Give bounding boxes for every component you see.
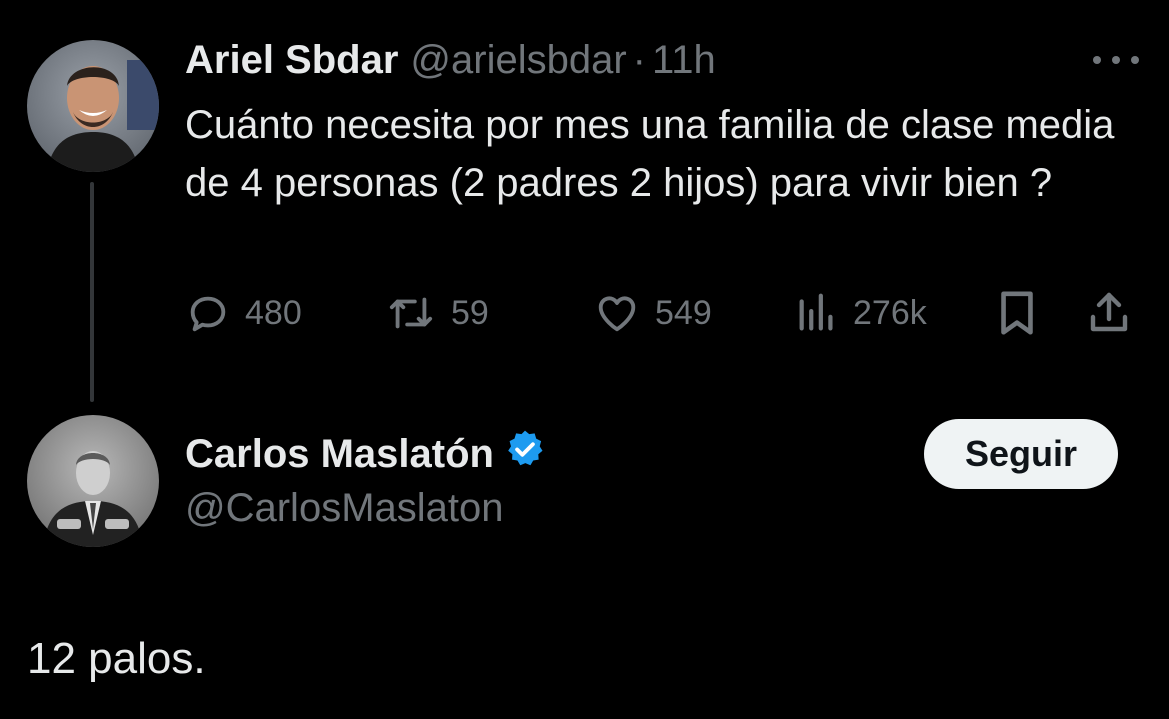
tweet-timestamp[interactable]: 11h	[652, 38, 716, 83]
share-icon	[1090, 292, 1128, 332]
retweet-count: 59	[451, 293, 489, 332]
tweet-header: Ariel Sbdar @arielsbdar · 11h	[185, 38, 716, 86]
reply-count: 480	[245, 293, 302, 332]
heart-icon	[598, 296, 636, 332]
header-separator: ·	[632, 38, 646, 82]
like-button[interactable]: 549	[593, 288, 712, 338]
bookmark-button[interactable]	[995, 288, 1039, 338]
views-chart-icon	[799, 293, 833, 331]
thread-connector-line	[90, 182, 94, 402]
avatar-ariel-sbdar[interactable]	[27, 40, 159, 172]
verified-badge-icon	[504, 428, 546, 480]
retweet-icon	[389, 297, 433, 329]
tweet-actions-bar: 480 59 549 276k	[185, 288, 1140, 338]
avatar-carlos-maslaton[interactable]	[27, 415, 159, 547]
views-button[interactable]: 276k	[795, 288, 927, 338]
tweet-text: Cuánto necesita por mes una familia de c…	[185, 103, 1115, 205]
ellipsis-icon[interactable]	[1093, 46, 1139, 74]
reply-header: Carlos Maslatón	[185, 428, 546, 480]
views-count: 276k	[853, 293, 927, 332]
reply-button[interactable]: 480	[185, 288, 302, 338]
bookmark-icon	[1001, 291, 1033, 335]
author-handle[interactable]: @arielsbdar	[410, 38, 626, 83]
like-count: 549	[655, 293, 712, 332]
share-button[interactable]	[1085, 288, 1133, 338]
reply-text: 12 palos.	[27, 634, 206, 683]
reply-author-handle[interactable]: @CarlosMaslaton	[185, 486, 504, 531]
reply-icon	[190, 296, 226, 332]
author-name[interactable]: Ariel Sbdar	[185, 38, 398, 83]
retweet-button[interactable]: 59	[385, 288, 489, 338]
follow-button[interactable]: Seguir	[924, 419, 1118, 489]
reply-author-name[interactable]: Carlos Maslatón	[185, 432, 494, 477]
